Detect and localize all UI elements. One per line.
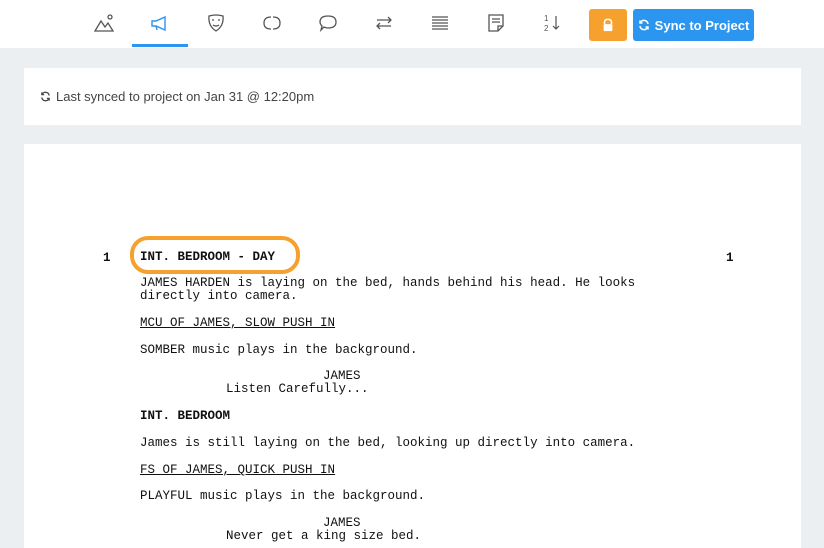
- lock-button[interactable]: [589, 9, 627, 41]
- action-line[interactable]: PLAYFUL music plays in the background.: [140, 490, 425, 503]
- scene-number-left: 1: [103, 251, 111, 265]
- mask-icon[interactable]: [188, 0, 244, 46]
- svg-text:2: 2: [544, 24, 549, 33]
- sync-to-project-button[interactable]: Sync to Project: [633, 9, 754, 41]
- dialogue-line[interactable]: Listen Carefully...: [226, 383, 369, 396]
- sort-numbers-icon[interactable]: 12: [524, 0, 580, 46]
- svg-text:1: 1: [544, 14, 549, 23]
- last-synced-text: Last synced to project on Jan 31 @ 12:20…: [56, 89, 315, 104]
- refresh-icon: [41, 91, 50, 102]
- scene-heading-highlight: [130, 236, 300, 274]
- dialogue-line[interactable]: Never get a king size bed.: [226, 530, 421, 543]
- refresh-icon: [638, 19, 649, 31]
- shot-line[interactable]: MCU OF JAMES, SLOW PUSH IN: [140, 317, 335, 330]
- action-line[interactable]: James is still laying on the bed, lookin…: [140, 437, 635, 450]
- sync-button-label: Sync to Project: [654, 17, 750, 33]
- swap-arrows-icon[interactable]: [356, 0, 412, 46]
- speech-bubble-icon[interactable]: [300, 0, 356, 46]
- scene-heading[interactable]: INT. BEDROOM: [140, 410, 230, 423]
- action-line[interactable]: SOMBER music plays in the background.: [140, 344, 418, 357]
- sync-status-card: Last synced to project on Jan 31 @ 12:20…: [24, 68, 801, 125]
- scene-number-right: 1: [726, 251, 734, 265]
- lines-icon[interactable]: [412, 0, 468, 46]
- megaphone-icon[interactable]: [132, 0, 188, 47]
- shot-line[interactable]: FS OF JAMES, QUICK PUSH IN: [140, 464, 335, 477]
- lock-icon: [603, 18, 613, 32]
- note-icon[interactable]: [468, 0, 524, 46]
- toolbar: 12 Sync to Project: [0, 0, 824, 48]
- landscape-icon[interactable]: [76, 0, 132, 46]
- action-line[interactable]: directly into camera.: [140, 290, 298, 303]
- script-page[interactable]: 1 1 INT. BEDROOM - DAY JAMES HARDEN is l…: [24, 144, 801, 548]
- loop-icon[interactable]: [244, 0, 300, 46]
